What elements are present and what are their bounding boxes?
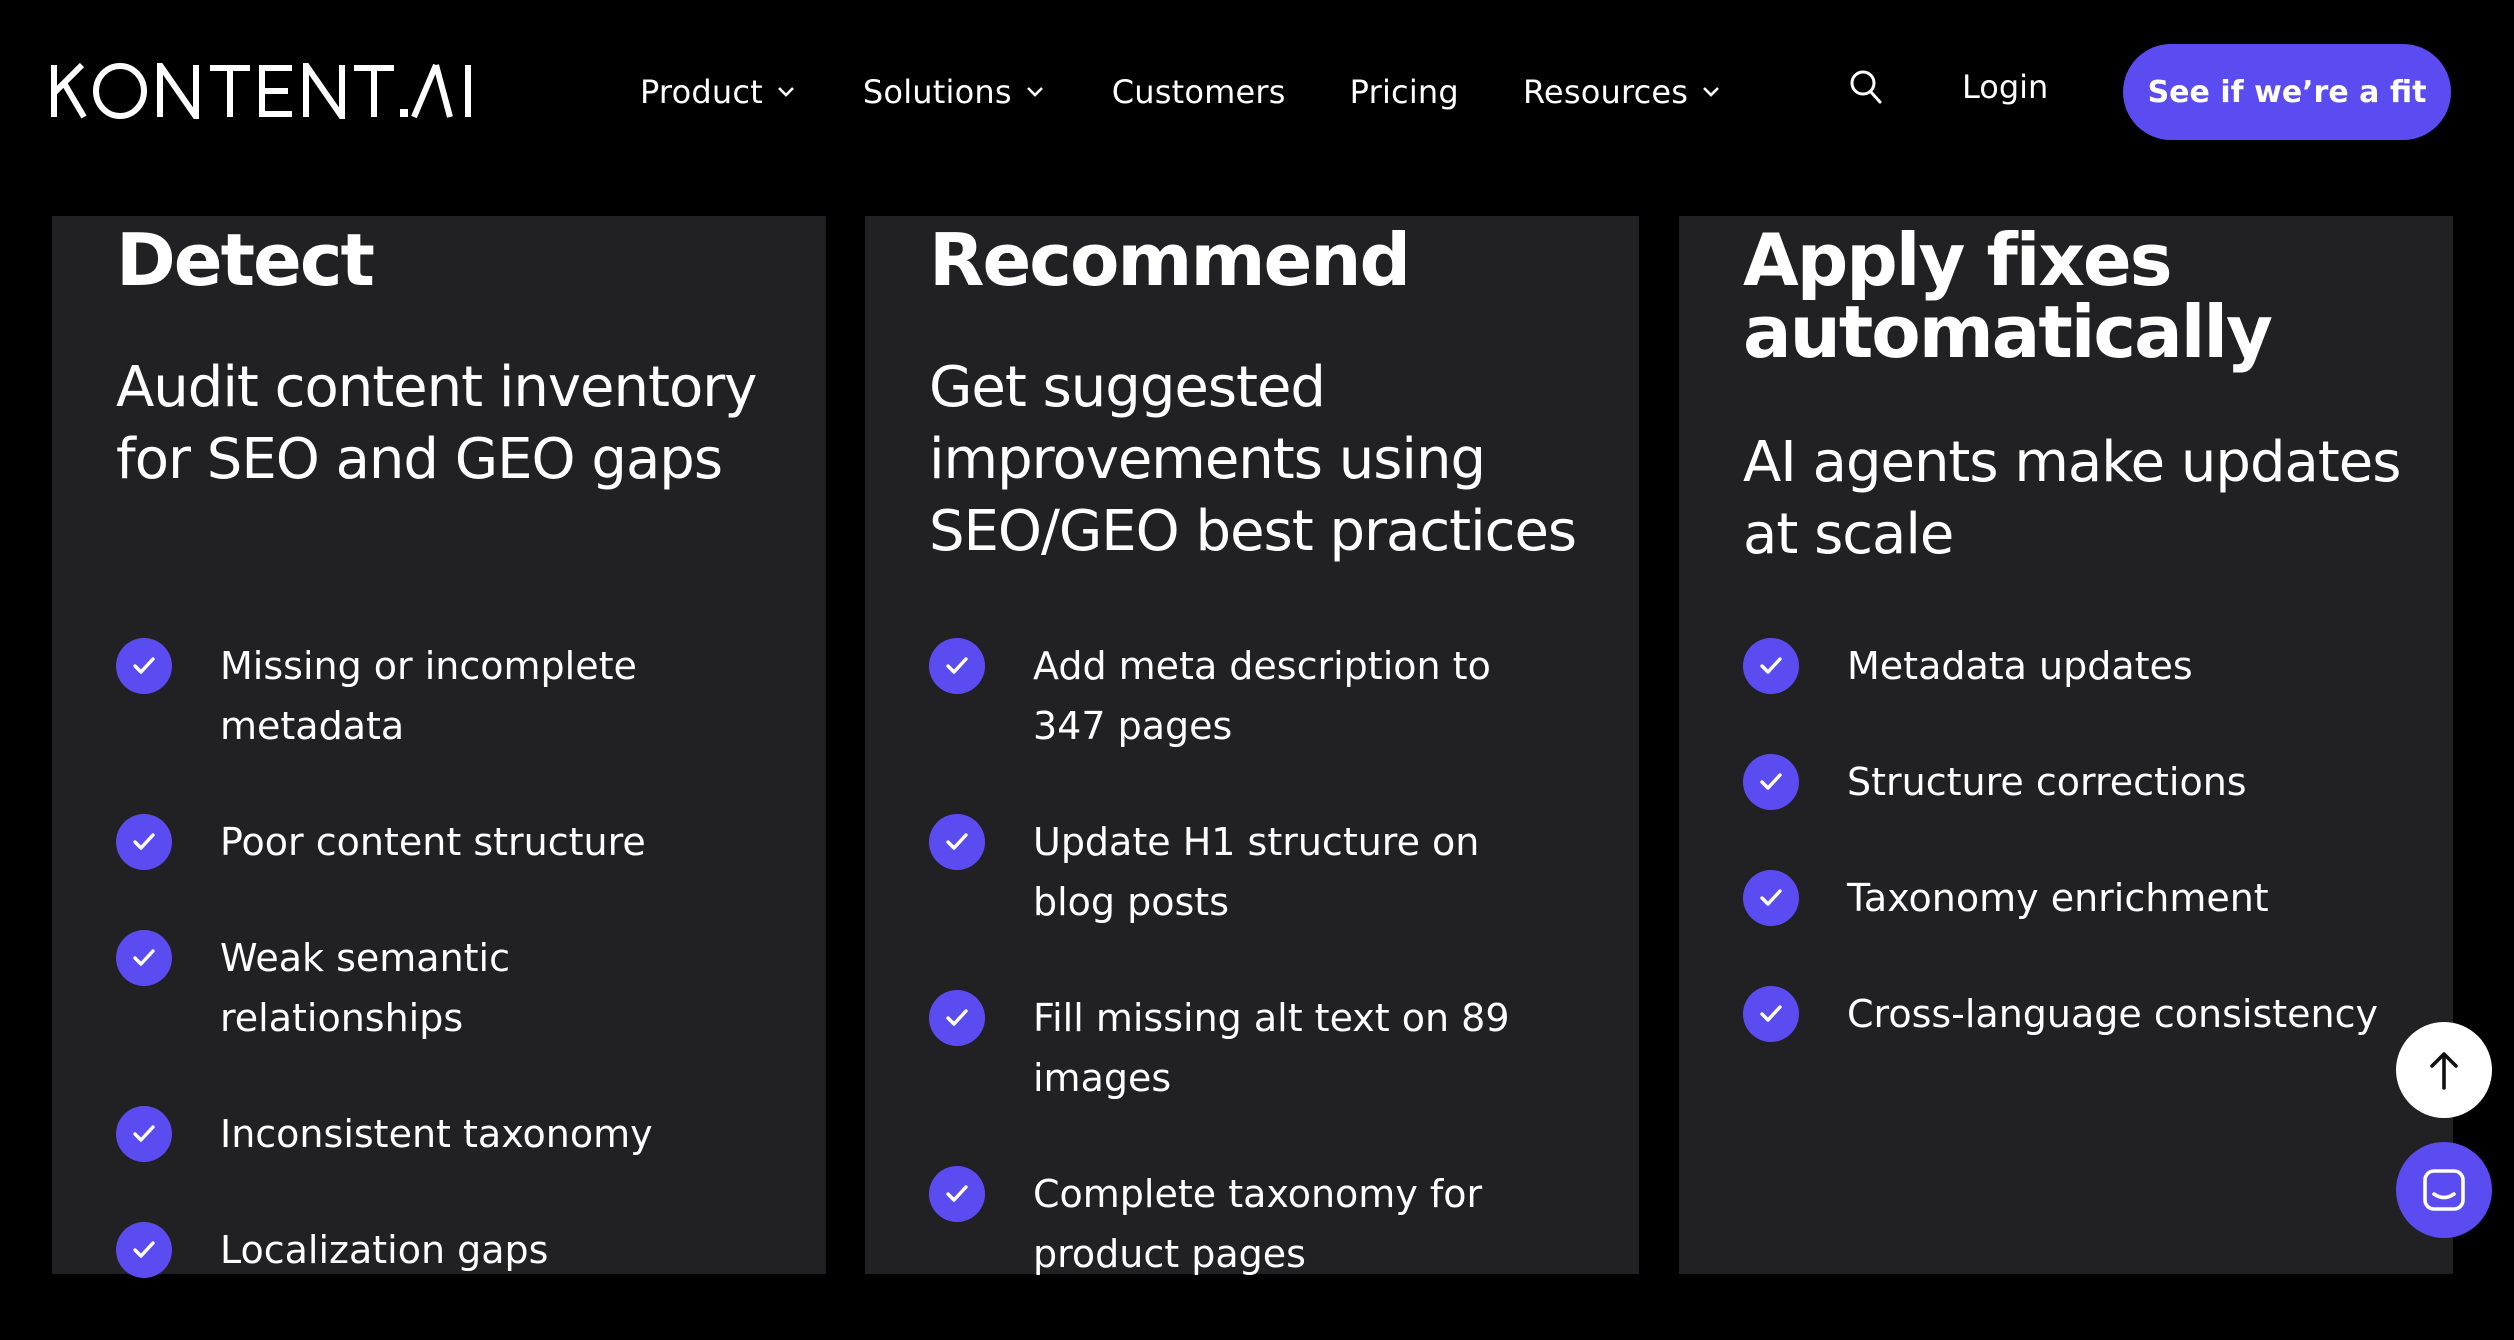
chevron-down-icon [1703, 87, 1720, 97]
list-item-text: Metadata updates [1847, 644, 2193, 688]
list-item: Update H1 structure on blog posts [929, 812, 1589, 932]
list-item-text: Update H1 structure on blog posts [1033, 820, 1480, 924]
list-item-text: Cross-language consistency [1847, 992, 2378, 1036]
list-item: Add meta description to 347 pages [929, 636, 1589, 756]
menu-item-solutions[interactable]: Solutions [863, 73, 1048, 111]
menu-item-label: Resources [1522, 73, 1689, 111]
search-icon [1850, 70, 1882, 104]
list-item-text: Localization gaps [220, 1228, 549, 1272]
list-item-text: Missing or incomplete metadata [220, 644, 637, 748]
list-item: Poor content structure [116, 812, 776, 872]
list-item-text: Taxonomy enrichment [1847, 876, 2269, 920]
see-if-fit-button[interactable]: See if we’re a fit [2123, 44, 2451, 140]
menu-item-label: Pricing [1349, 73, 1459, 111]
card-subtitle: Audit content inventory for SEO and GEO … [116, 355, 757, 492]
list-item-text: Fill missing alt text on 89 images [1033, 996, 1510, 1100]
checklist: Add meta description to 347 pages Update… [929, 636, 1589, 1340]
list-item-text: Complete taxonomy for product pages [1033, 1172, 1483, 1276]
list-item: Cross-language consistency [1743, 984, 2403, 1044]
back-to-top-button[interactable] [2396, 1022, 2492, 1118]
list-item: Missing or incomplete metadata [116, 636, 776, 756]
card-title: Recommend [929, 218, 1411, 302]
checkmark-icon [1743, 870, 1799, 926]
checkmark-icon [929, 814, 985, 870]
checkmark-icon [929, 638, 985, 694]
list-item: Metadata updates [1743, 636, 2403, 696]
card-subtitle: Get suggested improvements using SEO/GEO… [929, 355, 1577, 564]
checkmark-icon [116, 638, 172, 694]
feature-card-apply-fixes: Apply fixes automatically AI agents make… [1679, 216, 2453, 1274]
card-title: Apply fixes automatically [1743, 218, 2273, 374]
menu-item-label: Solutions [862, 73, 1012, 111]
chevron-down-icon [777, 87, 794, 97]
menu-item-pricing[interactable]: Pricing [1350, 73, 1459, 111]
feature-card-detect: Detect Audit content inventory for SEO a… [52, 216, 826, 1278]
list-item-text: Add meta description to 347 pages [1033, 644, 1491, 748]
logo-wordmark [51, 63, 471, 119]
list-item: Taxonomy enrichment [1743, 868, 2403, 928]
list-item: Complete taxonomy for product pages [929, 1164, 1589, 1284]
list-item-text: Structure corrections [1847, 760, 2247, 804]
card-subtitle: AI agents make updates at scale [1743, 430, 2401, 567]
list-item: Weak semantic relationships [116, 928, 776, 1048]
chat-icon [2423, 1169, 2465, 1211]
checkmark-icon [929, 990, 985, 1046]
checklist: Metadata updates Structure corrections T… [1743, 636, 2403, 1100]
menu-item-customers[interactable]: Customers [1112, 73, 1286, 111]
menu-item-label: Product [640, 73, 763, 111]
menu-item-label: Customers [1111, 73, 1286, 111]
menu-item-resources[interactable]: Resources [1523, 73, 1724, 111]
card-title: Detect [116, 218, 375, 302]
search-button[interactable] [1848, 68, 1884, 108]
login-link[interactable]: Login [1962, 68, 2048, 106]
checkmark-icon [1743, 986, 1799, 1042]
arrow-up-icon [2430, 1052, 2458, 1090]
checkmark-icon [929, 1166, 985, 1222]
kontent-ai-logo[interactable] [50, 56, 474, 126]
chevron-down-icon [1026, 87, 1043, 97]
top-navigation: Product Solutions Customers Pricing Reso… [0, 0, 2514, 184]
main-menu: Product Solutions Customers Pricing Reso… [640, 62, 1788, 122]
list-item: Structure corrections [1743, 752, 2403, 812]
list-item: Inconsistent taxonomy [116, 1104, 776, 1164]
checkmark-icon [1743, 638, 1799, 694]
checkmark-icon [1743, 754, 1799, 810]
checkmark-icon [116, 1106, 172, 1162]
list-item: Fill missing alt text on 89 images [929, 988, 1589, 1108]
checkmark-icon [116, 814, 172, 870]
list-item: Localization gaps [116, 1220, 776, 1280]
list-item-text: Inconsistent taxonomy [220, 1112, 653, 1156]
menu-item-product[interactable]: Product [640, 73, 799, 111]
checkmark-icon [116, 1222, 172, 1278]
chat-widget-button[interactable] [2396, 1142, 2492, 1238]
list-item-text: Poor content structure [220, 820, 646, 864]
checkmark-icon [116, 930, 172, 986]
feature-card-recommend: Recommend Get suggested improvements usi… [865, 216, 1639, 1276]
checklist: Missing or incomplete metadata Poor cont… [116, 636, 776, 1336]
list-item-text: Weak semantic relationships [220, 936, 511, 1040]
